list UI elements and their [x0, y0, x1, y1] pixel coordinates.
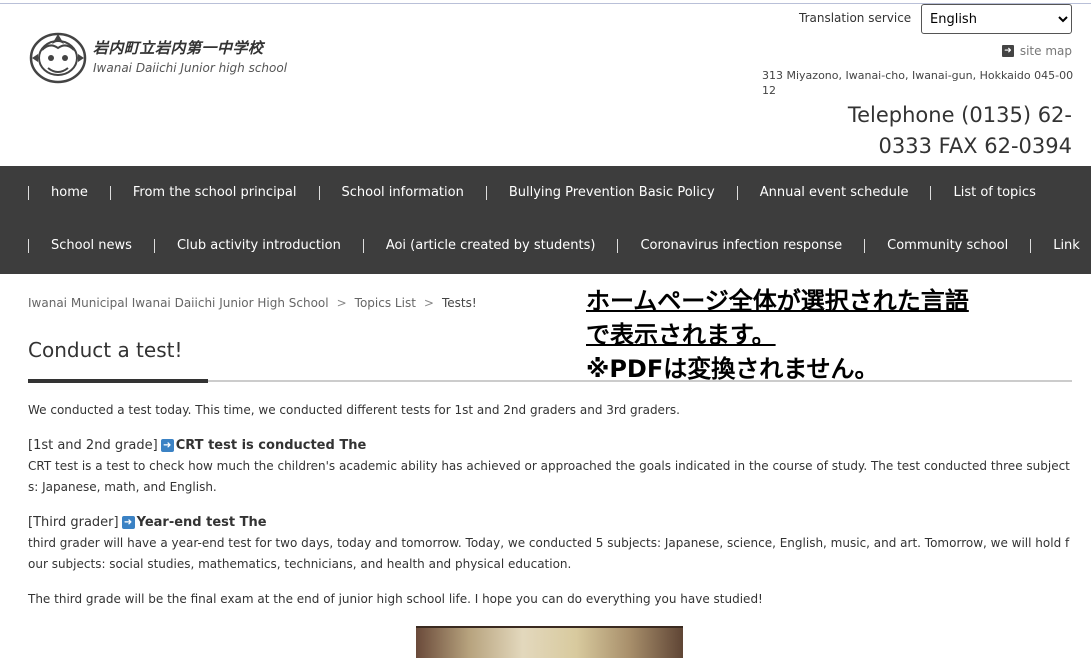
- grade-12-label: [1st and 2nd grade]: [28, 438, 158, 453]
- sitemap-label[interactable]: site map: [1020, 44, 1072, 58]
- breadcrumb-separator: >: [336, 296, 347, 310]
- language-select[interactable]: English: [921, 4, 1072, 34]
- phone-fax: Telephone (0135) 62-0333 FAX 62-0394: [847, 103, 1072, 158]
- article-photo: [416, 626, 683, 658]
- breadcrumb: Iwanai Municipal Iwanai Daiichi Junior H…: [28, 296, 477, 310]
- article-body: We conducted a test today. This time, we…: [28, 400, 1072, 610]
- nav-link-page[interactable]: Link: [1031, 238, 1091, 253]
- breadcrumb-topics-list[interactable]: Topics List: [355, 296, 416, 310]
- school-name-en[interactable]: Iwanai Daiichi Junior high school: [93, 61, 287, 75]
- grade-3-title: Year-end test The: [136, 515, 267, 530]
- grade-3-body: third grader will have a year-end test f…: [28, 536, 1070, 571]
- grade-12-heading: [1st and 2nd grade] ➜ CRT test is conduc…: [28, 435, 1072, 456]
- nav-club-activity[interactable]: Club activity introduction: [155, 238, 363, 253]
- nav-bullying-policy[interactable]: Bullying Prevention Basic Policy: [487, 185, 737, 200]
- school-emblem-icon[interactable]: [28, 28, 88, 84]
- overlay-line-2: で表示されます。: [586, 321, 776, 349]
- nav-event-schedule[interactable]: Annual event schedule: [738, 185, 931, 200]
- grade-3-label: [Third grader]: [28, 515, 119, 530]
- grade-12-section: [1st and 2nd grade] ➜ CRT test is conduc…: [28, 435, 1072, 498]
- nav-home[interactable]: home: [29, 185, 110, 200]
- nav-topics-list[interactable]: List of topics: [931, 185, 1057, 200]
- translation-label: Translation service: [799, 11, 912, 25]
- article-intro: We conducted a test today. This time, we…: [28, 403, 680, 417]
- translation-notice-overlay: ホームページ全体が選択された言語 で表示されます。 ※PDFは変換されません。: [586, 284, 969, 386]
- nav-school-news[interactable]: School news: [29, 238, 154, 253]
- school-name-jp[interactable]: 岩内町立岩内第一中学校: [93, 37, 264, 58]
- breadcrumb-home[interactable]: Iwanai Municipal Iwanai Daiichi Junior H…: [28, 296, 329, 310]
- right-arrow-icon: ➜: [121, 516, 135, 529]
- overlay-line-1: ホームページ全体が選択された言語: [586, 287, 969, 315]
- grade-3-section: [Third grader] ➜ Year-end test The third…: [28, 512, 1072, 575]
- chevron-right-icon: ➜: [1001, 45, 1014, 57]
- breadcrumb-separator: >: [423, 296, 434, 310]
- right-arrow-icon: ➜: [160, 439, 174, 452]
- nav-coronavirus[interactable]: Coronavirus infection response: [618, 238, 864, 253]
- school-address: 313 Miyazono, Iwanai-cho, Iwanai-gun, Ho…: [762, 69, 1074, 97]
- title-divider-accent: [28, 379, 208, 383]
- nav-community-school[interactable]: Community school: [865, 238, 1030, 253]
- nav-school-info[interactable]: School information: [320, 185, 486, 200]
- breadcrumb-current: Tests!: [441, 296, 477, 310]
- grade-3-heading: [Third grader] ➜ Year-end test The: [28, 512, 1072, 533]
- nav-row-2: School news Club activity introduction A…: [28, 219, 1091, 272]
- sitemap-link[interactable]: ➜ site map: [1001, 44, 1072, 58]
- grade-12-title: CRT test is conducted The: [175, 438, 367, 453]
- global-nav: home From the school principal School in…: [0, 166, 1091, 274]
- grade-12-body: CRT test is a test to check how much the…: [28, 459, 1070, 494]
- nav-principal[interactable]: From the school principal: [111, 185, 319, 200]
- page-title: Conduct a test!: [28, 338, 183, 362]
- article-closing: The third grade will be the final exam a…: [28, 592, 763, 606]
- nav-row-1: home From the school principal School in…: [28, 166, 1058, 219]
- nav-aoi[interactable]: Aoi (article created by students): [364, 238, 618, 253]
